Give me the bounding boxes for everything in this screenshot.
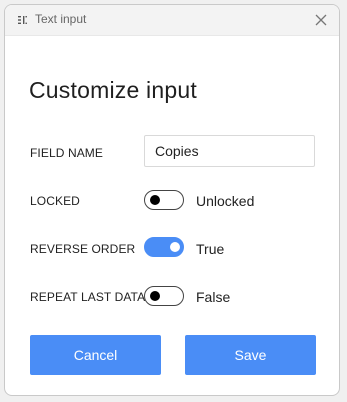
save-button[interactable]: Save <box>185 335 316 375</box>
reverse-order-toggle[interactable] <box>144 237 184 257</box>
repeat-last-data-status: False <box>196 289 231 305</box>
field-name-input[interactable] <box>144 135 315 167</box>
repeat-last-data-label: REPEAT LAST DATA <box>30 290 146 304</box>
dialog-heading: Customize input <box>29 77 197 103</box>
close-button[interactable] <box>311 10 331 30</box>
toggle-knob <box>170 242 180 252</box>
locked-toggle[interactable] <box>144 190 184 210</box>
toggle-knob <box>150 195 160 205</box>
close-icon <box>315 14 327 26</box>
toggle-knob <box>150 291 160 301</box>
repeat-last-data-toggle[interactable] <box>144 286 184 306</box>
reverse-order-status: True <box>196 241 225 257</box>
cancel-button[interactable]: Cancel <box>30 335 161 375</box>
text-input-icon <box>18 16 27 24</box>
customize-input-dialog: Text input Customize input FIELD NAME LO… <box>4 4 340 396</box>
locked-status: Unlocked <box>196 193 255 209</box>
locked-label: LOCKED <box>30 194 80 208</box>
field-name-label: FIELD NAME <box>30 146 104 160</box>
reverse-order-label: REVERSE ORDER <box>30 242 136 256</box>
window-title: Text input <box>35 12 87 26</box>
title-bar: Text input <box>5 5 339 36</box>
